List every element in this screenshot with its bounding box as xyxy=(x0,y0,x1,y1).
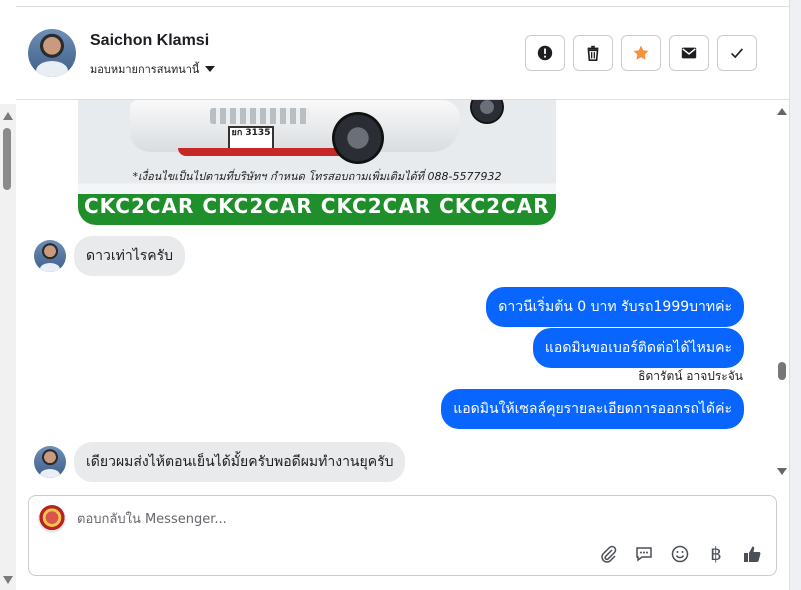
scroll-down-arrow-icon[interactable] xyxy=(777,468,787,475)
car-promo-image[interactable]: ยก 3135 *เงื่อนไขเป็นไปตามที่บริษัทฯ กำห… xyxy=(78,100,556,225)
trash-icon xyxy=(587,45,599,62)
scroll-thumb[interactable] xyxy=(778,362,786,380)
spam-button[interactable] xyxy=(525,35,565,71)
saved-reply-icon xyxy=(636,547,652,562)
outgoing-message-bubble[interactable]: ดาวนีเริ่มต้น 0 บาท รับรถ1999บาทค่ะ xyxy=(486,287,744,327)
header-actions xyxy=(525,35,757,71)
outgoing-message-bubble[interactable]: แอดมินขอเบอร์ติดต่อได้ไหมคะ xyxy=(532,328,744,368)
page-avatar xyxy=(38,505,66,533)
attach-button[interactable] xyxy=(596,542,620,566)
scroll-thumb[interactable] xyxy=(3,128,11,190)
thumbs-up-icon xyxy=(744,546,761,562)
saved-reply-button[interactable] xyxy=(632,542,656,566)
scroll-up-arrow-icon[interactable] xyxy=(777,108,787,115)
contact-name[interactable]: Saichon Klamsi xyxy=(90,32,209,50)
message-bubble[interactable]: เดียวผมส่งไห้ตอนเย็นได้มั้ยครับพอดีผมทำง… xyxy=(74,442,406,482)
emoji-icon xyxy=(671,545,689,563)
thread-scrollbar[interactable] xyxy=(775,100,789,484)
check-icon xyxy=(731,48,744,59)
car-wheel-rear xyxy=(470,100,504,124)
payment-button[interactable]: ฿ xyxy=(704,542,728,566)
promo-notice: *เงื่อนไขเป็นไปตามที่บริษัทฯ กำหนด โทรสอ… xyxy=(132,170,502,183)
contact-avatar[interactable] xyxy=(28,29,76,77)
contact-avatar-small[interactable] xyxy=(34,240,66,272)
reply-composer: ฿ xyxy=(28,495,777,576)
composer-tools: ฿ xyxy=(596,542,764,566)
baht-icon: ฿ xyxy=(710,543,722,565)
paperclip-icon xyxy=(601,545,617,563)
scroll-up-arrow-icon[interactable] xyxy=(3,112,13,120)
mark-unread-button[interactable] xyxy=(669,35,709,71)
incoming-message: ดาวเท่าไรครับ xyxy=(34,236,186,276)
outer-scrollbar[interactable] xyxy=(0,104,16,590)
assign-label: มอบหมายการสนทนานี้ xyxy=(90,63,200,76)
conversation-header: Saichon Klamsi มอบหมายการสนทนานี้ xyxy=(16,8,789,100)
car-illustration: ยก 3135 xyxy=(130,100,460,156)
emoji-button[interactable] xyxy=(668,542,692,566)
car-grille xyxy=(210,108,310,124)
right-edge-panel xyxy=(789,0,801,590)
star-button[interactable] xyxy=(621,35,661,71)
reply-input[interactable] xyxy=(77,508,737,530)
outgoing-message-bubble[interactable]: แอดมินให้เซลล์คุยรายละเอียดการออกรถได้ค่… xyxy=(441,389,744,429)
caret-down-icon xyxy=(205,66,216,72)
thumbs-up-button[interactable] xyxy=(740,542,764,566)
sender-name-label: ธิดารัตน์ อาจประจัน xyxy=(638,369,743,383)
message-bubble[interactable]: ดาวเท่าไรครับ xyxy=(74,236,186,276)
promo-banner: CKC2CAR CKC2CAR CKC2CAR CKC2CAR CKC2 xyxy=(84,194,556,218)
car-wheel xyxy=(332,112,384,164)
assign-conversation-dropdown[interactable]: มอบหมายการสนทนานี้ xyxy=(90,60,216,78)
inbox-window: Saichon Klamsi มอบหมายการสนทนานี้ ยก 313… xyxy=(0,0,801,590)
envelope-icon xyxy=(681,47,697,59)
top-divider xyxy=(16,6,789,7)
incoming-message: เดียวผมส่งไห้ตอนเย็นได้มั้ยครับพอดีผมทำง… xyxy=(34,442,406,482)
delete-button[interactable] xyxy=(573,35,613,71)
contact-avatar-small[interactable] xyxy=(34,446,66,478)
alert-circle-icon xyxy=(537,45,553,61)
message-thread[interactable]: ยก 3135 *เงื่อนไขเป็นไปตามที่บริษัทฯ กำห… xyxy=(16,100,789,484)
mark-done-button[interactable] xyxy=(717,35,757,71)
star-icon xyxy=(633,45,649,60)
scroll-down-arrow-icon[interactable] xyxy=(3,576,13,584)
